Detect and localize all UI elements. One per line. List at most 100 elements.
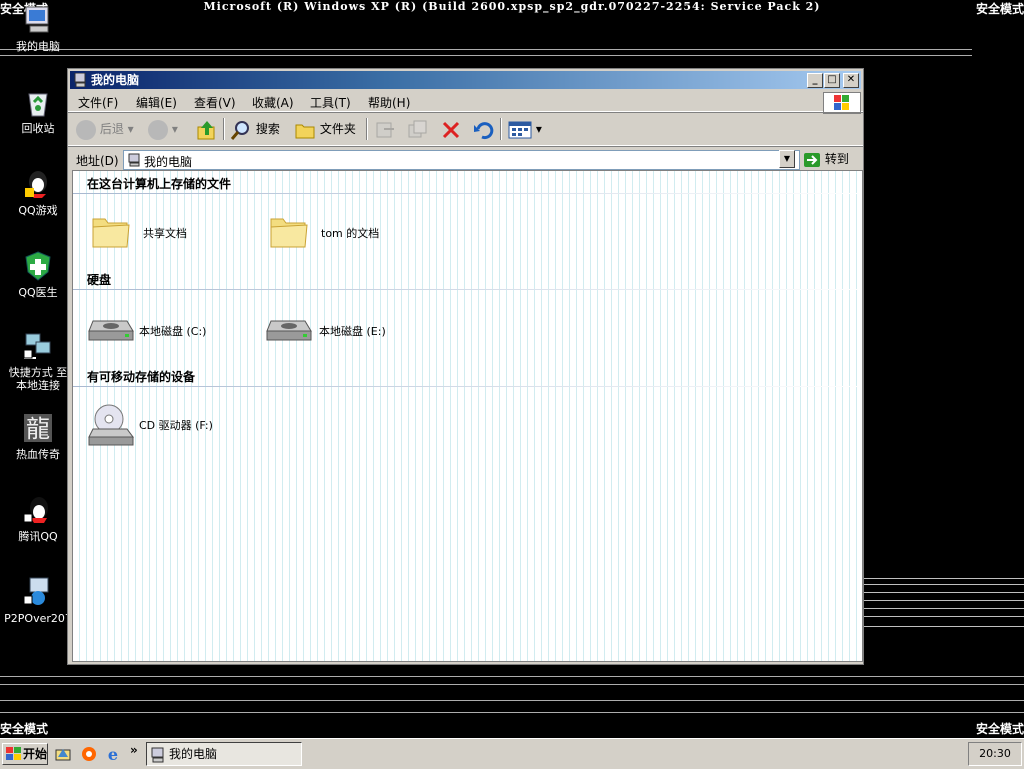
move-to-button[interactable]: [374, 118, 396, 140]
address-dropdown-button[interactable]: ▼: [779, 150, 795, 168]
internet-explorer-icon: e: [108, 745, 118, 764]
undo-button[interactable]: [472, 118, 494, 140]
drive-item[interactable]: 本地磁盘 (C:): [87, 309, 206, 352]
search-icon: [230, 120, 249, 140]
item-label: 本地磁盘 (C:): [139, 325, 207, 338]
item-label: 共享文档: [143, 227, 187, 240]
desktop-icon-label: 快捷方式 至 本地连接: [8, 366, 68, 392]
window-title-bar[interactable]: 我的电脑 _ □ ✕: [70, 71, 861, 89]
address-value: 我的电脑: [144, 155, 193, 169]
go-label: 转到: [824, 152, 849, 166]
address-input[interactable]: 我的电脑: [123, 150, 800, 170]
menu-view[interactable]: 查看(V): [194, 94, 236, 111]
start-button[interactable]: 开始: [2, 743, 48, 765]
up-folder-button[interactable]: [196, 118, 218, 140]
address-label: 地址(D): [76, 154, 119, 168]
browser-icon: [82, 747, 96, 761]
start-label: 开始: [23, 747, 48, 761]
desktop-icon-legend-game[interactable]: 龍 热血传奇: [3, 412, 73, 461]
menu-file[interactable]: 文件(F): [78, 94, 118, 111]
my-computer-icon: [22, 4, 54, 36]
desktop-icon-label: 回收站: [21, 122, 55, 135]
forward-arrow-icon: [148, 119, 168, 140]
file-view: 在这台计算机上存储的文件 共享文档 tom 的文档 硬盘 本地磁盘 (C:) 本…: [72, 170, 863, 662]
network-connection-icon: [22, 330, 54, 362]
my-computer-window: 我的电脑 _ □ ✕ 文件(F) 编辑(E) 查看(V) 收藏(A) 工具(T)…: [67, 68, 864, 665]
hard-disk-icon: [266, 320, 312, 341]
my-computer-title-icon: [74, 73, 86, 87]
folder-icon: [270, 218, 308, 248]
group-header-hard-disks: 硬盘: [87, 273, 112, 287]
desktop-icon-label: 热血传奇: [16, 448, 60, 461]
back-label: 后退: [99, 122, 124, 136]
desktop-icon-label: 我的电脑: [16, 40, 60, 53]
menu-tools[interactable]: 工具(T): [310, 94, 351, 111]
copy-to-button[interactable]: [406, 118, 428, 140]
group-header-stored-files: 在这台计算机上存储的文件: [87, 177, 232, 191]
group-header-removable-storage: 有可移动存储的设备: [87, 370, 196, 384]
drive-item[interactable]: CD 驱动器 (F:): [87, 401, 213, 452]
os-version-banner: Microsoft (R) Windows XP (R) (Build 2600…: [203, 0, 821, 13]
folder-item[interactable]: 共享文档: [91, 211, 187, 254]
go-arrow-icon: [804, 152, 820, 167]
forward-button[interactable]: ▾: [148, 118, 178, 140]
system-tray-clock[interactable]: 20:30: [968, 742, 1022, 766]
drive-item[interactable]: 本地磁盘 (E:): [265, 309, 386, 352]
hard-disk-icon: [88, 320, 134, 341]
p2pover-icon: [22, 576, 54, 608]
item-label: tom 的文档: [321, 227, 380, 240]
taskbar-item-my-computer[interactable]: 我的电脑: [146, 742, 302, 766]
delete-button[interactable]: [440, 118, 462, 140]
svg-text:e: e: [108, 745, 118, 763]
window-title: 我的电脑: [91, 73, 140, 87]
menu-favorites[interactable]: 收藏(A): [252, 94, 294, 111]
safe-mode-label-bottom-left: 安全模式: [0, 722, 49, 736]
desktop-icon-label: P2POver207: [4, 612, 72, 625]
qq-game-icon: [22, 168, 54, 200]
windows-flag-icon: [6, 747, 21, 760]
svg-text:龍: 龍: [26, 415, 50, 443]
desktop-icon-network-connection[interactable]: 快捷方式 至 本地连接: [3, 330, 73, 392]
desktop-icon-label: QQ游戏: [18, 204, 58, 217]
desktop-icon-recycle-bin[interactable]: 回收站: [3, 86, 73, 135]
quicklaunch-ie[interactable]: e: [104, 745, 122, 766]
desktop-icon-qq-game[interactable]: QQ游戏: [3, 168, 73, 217]
menu-bar: 文件(F) 编辑(E) 查看(V) 收藏(A) 工具(T) 帮助(H): [68, 91, 863, 114]
quicklaunch-chevron[interactable]: »: [130, 743, 138, 757]
taskbar: 开始 e » 我的电脑 20:30: [0, 738, 1024, 769]
recycle-bin-icon: [22, 86, 54, 118]
views-icon: [508, 121, 532, 138]
standard-toolbar: 后退 ▾ ▾ 搜索 文件夹 ▾: [68, 112, 863, 146]
desktop-icon-label: QQ医生: [18, 286, 58, 299]
up-folder-icon: [197, 120, 215, 139]
desktop-icon-qq[interactable]: 腾讯QQ: [3, 494, 73, 543]
qq-doctor-icon: [22, 250, 54, 282]
close-button[interactable]: ✕: [843, 73, 859, 88]
maximize-button[interactable]: □: [824, 73, 840, 88]
undo-icon: [474, 121, 494, 139]
folders-icon: [295, 124, 315, 138]
desktop-icon-p2pover[interactable]: P2POver207: [3, 576, 73, 625]
item-label: 本地磁盘 (E:): [319, 325, 386, 338]
my-computer-small-icon: [128, 153, 140, 167]
search-button[interactable]: 搜索: [230, 118, 280, 140]
folders-button[interactable]: 文件夹: [294, 118, 356, 140]
move-to-icon: [376, 122, 394, 137]
search-label: 搜索: [255, 122, 280, 136]
desktop-icon-qq-doctor[interactable]: QQ医生: [3, 250, 73, 299]
views-button[interactable]: ▾: [508, 118, 542, 140]
folder-item[interactable]: tom 的文档: [269, 211, 379, 254]
item-label: CD 驱动器 (F:): [139, 419, 213, 432]
go-button[interactable]: 转到: [803, 150, 849, 168]
quicklaunch-show-desktop[interactable]: [54, 745, 72, 766]
desktop-icon-label: 腾讯QQ: [18, 530, 58, 543]
back-button[interactable]: 后退 ▾: [76, 118, 134, 140]
folders-label: 文件夹: [319, 122, 356, 136]
menu-edit[interactable]: 编辑(E): [136, 94, 177, 111]
menu-help[interactable]: 帮助(H): [368, 94, 410, 111]
desktop-icon-my-computer[interactable]: 我的电脑: [3, 4, 73, 53]
minimize-button[interactable]: _: [807, 73, 823, 88]
quicklaunch-browser[interactable]: [80, 745, 98, 766]
show-desktop-icon: [55, 749, 71, 761]
copy-to-icon: [408, 120, 427, 137]
